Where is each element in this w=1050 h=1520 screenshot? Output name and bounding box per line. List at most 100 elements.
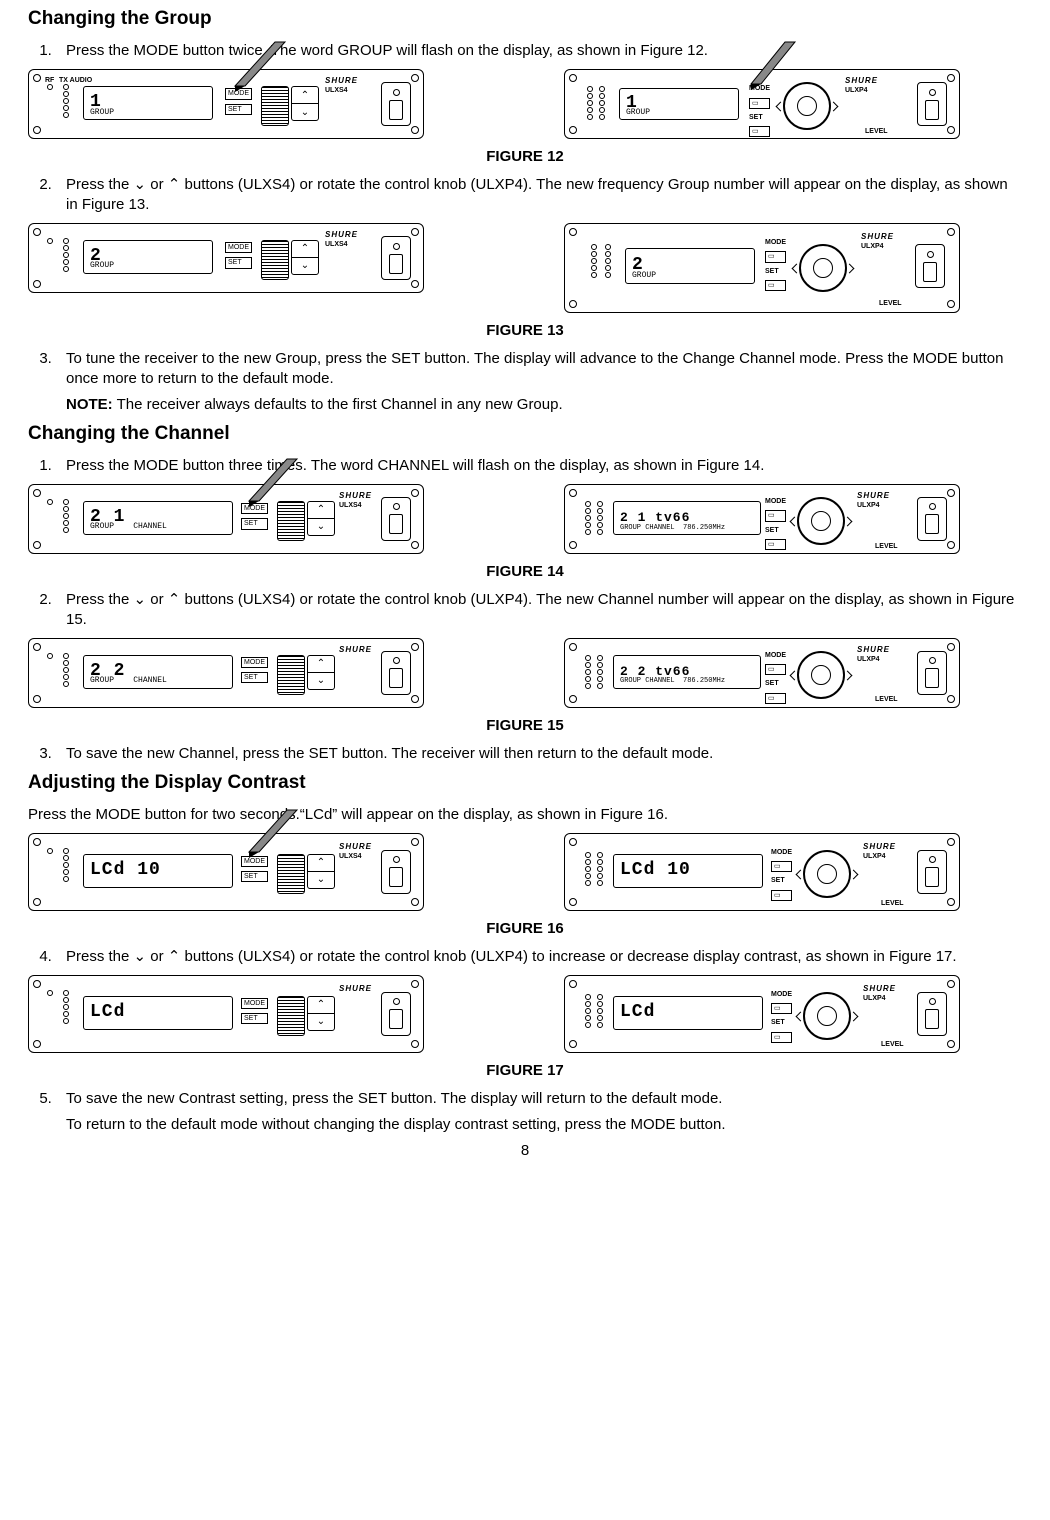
- control-knob[interactable]: [797, 651, 845, 699]
- set-button[interactable]: SET: [225, 257, 252, 268]
- group-step-3: To tune the receiver to the new Group, p…: [56, 349, 1022, 415]
- up-down-buttons[interactable]: ⌃⌄: [307, 655, 335, 690]
- control-knob[interactable]: [803, 992, 851, 1040]
- page-number: 8: [28, 1141, 1022, 1161]
- down-button[interactable]: ⌄: [292, 103, 318, 120]
- device-ulxp4-fig14: 2 1 tv66 GROUP CHANNEL 786.250MHz MODE ▭…: [564, 484, 960, 554]
- group-step-2: Press the ⌄ or ⌃ buttons (ULXS4) or rota…: [56, 175, 1022, 215]
- power-switch[interactable]: [917, 992, 947, 1036]
- mode-button[interactable]: ▭: [765, 664, 786, 675]
- set-button[interactable]: SET: [241, 518, 268, 529]
- channel-step-3: To save the new Channel, press the SET b…: [56, 744, 1022, 764]
- model-ulxp4: ULXP4: [845, 86, 868, 95]
- audio-led-column: [63, 84, 69, 118]
- rf-label: RF: [45, 76, 54, 85]
- callout-arrow-icon: [215, 42, 295, 92]
- figure-13-caption: FIGURE 13: [28, 321, 1022, 341]
- figure-17-row: LCd MODESET ⌃⌄ SHURE LCd MODE ▭ SET ▭ SH…: [28, 975, 1022, 1053]
- up-button[interactable]: ⌃: [292, 87, 318, 103]
- callout-arrow-icon: [229, 459, 309, 509]
- control-knob[interactable]: [797, 497, 845, 545]
- lcd-group-label: GROUP: [90, 108, 114, 119]
- device-ulxp4-fig12: 1 GROUP MODE ▭ SET ▭ SHURE ULXP4 LEVEL: [564, 69, 960, 139]
- figure-15-caption: FIGURE 15: [28, 716, 1022, 736]
- heading-changing-group: Changing the Group: [28, 6, 1022, 31]
- mode-button[interactable]: ▭: [771, 1003, 792, 1014]
- power-switch[interactable]: [381, 651, 411, 695]
- group-step-1: Press the MODE button twice. The word GR…: [56, 41, 1022, 61]
- set-button[interactable]: ▭: [765, 693, 786, 704]
- control-knob[interactable]: [799, 244, 847, 292]
- contrast-step-4: Press the ⌄ or ⌃ buttons (ULXS4) or rota…: [56, 947, 1022, 967]
- power-switch[interactable]: [917, 651, 947, 695]
- level-label: LEVEL: [865, 127, 888, 136]
- figure-14-row: 2 1 GROUP CHANNEL MODESET ⌃⌄ SHURE ULXS4…: [28, 484, 1022, 554]
- mode-button[interactable]: ▭: [765, 510, 786, 521]
- mode-button[interactable]: ▭: [765, 251, 786, 262]
- device-ulxs4-fig16: LCd 10 MODESET ⌃⌄ SHURE ULXS4: [28, 833, 424, 911]
- control-knob[interactable]: [803, 850, 851, 898]
- up-down-buttons[interactable]: ⌃⌄: [307, 501, 335, 536]
- up-down-buttons[interactable]: ⌃⌄: [291, 240, 319, 275]
- group-step-3-note: NOTE: The receiver always defaults to th…: [66, 395, 1022, 415]
- device-ulxp4-fig15: 2 2 tv66 GROUP CHANNEL 786.250MHz MODE ▭…: [564, 638, 960, 708]
- mode-button[interactable]: ▭: [771, 861, 792, 872]
- up-down-buttons[interactable]: ⌃ ⌄: [291, 86, 319, 121]
- callout-arrow-icon: [725, 42, 805, 92]
- figure-16-row: LCd 10 MODESET ⌃⌄ SHURE ULXS4 LCd 10 MOD…: [28, 833, 1022, 911]
- mode-button[interactable]: MODE: [241, 657, 268, 668]
- vent-slot: [261, 86, 289, 126]
- power-switch[interactable]: [381, 992, 411, 1036]
- lcd-display: 2 2 GROUP CHANNEL: [83, 655, 233, 689]
- set-button[interactable]: ▭: [749, 126, 770, 137]
- power-switch[interactable]: [381, 236, 411, 280]
- power-switch[interactable]: [915, 244, 945, 288]
- power-switch[interactable]: [917, 82, 947, 126]
- heading-changing-channel: Changing the Channel: [28, 421, 1022, 446]
- lcd-display: 1 GROUP: [619, 88, 739, 120]
- up-down-buttons[interactable]: ⌃⌄: [307, 996, 335, 1031]
- mode-button[interactable]: MODE: [241, 998, 268, 1009]
- set-button[interactable]: ▭: [765, 539, 786, 550]
- device-ulxs4-fig14: 2 1 GROUP CHANNEL MODESET ⌃⌄ SHURE ULXS4: [28, 484, 424, 554]
- power-switch[interactable]: [381, 82, 411, 126]
- power-switch[interactable]: [917, 850, 947, 894]
- power-switch[interactable]: [917, 497, 947, 541]
- set-button[interactable]: SET: [241, 672, 268, 683]
- lcd-group-label: GROUP: [626, 108, 650, 119]
- set-button[interactable]: SET: [225, 104, 252, 115]
- set-button[interactable]: SET: [241, 871, 268, 882]
- contrast-step-5: To save the new Contrast setting, press …: [56, 1089, 1022, 1135]
- set-button[interactable]: ▭: [765, 280, 786, 291]
- device-ulxp4-fig13: 2 GROUP MODE ▭ SET ▭ SHURE ULXP4 LEVEL: [564, 223, 960, 313]
- set-button[interactable]: ▭: [771, 890, 792, 901]
- power-switch[interactable]: [381, 850, 411, 894]
- lcd-display: 2 GROUP: [83, 240, 213, 274]
- lcd-display: LCd 10: [83, 854, 233, 888]
- up-down-buttons[interactable]: ⌃⌄: [307, 854, 335, 889]
- device-ulxs4-fig12: RF TX AUDIO 1 GROUP MODE SET ⌃ ⌄ SHURE U…: [28, 69, 424, 139]
- set-button[interactable]: SET: [241, 1013, 268, 1024]
- figure-13-row: 2 GROUP MODESET ⌃⌄ SHURE ULXS4 2 GROUP M…: [28, 223, 1022, 313]
- lcd-display: 2 1 GROUP CHANNEL: [83, 501, 233, 535]
- set-button[interactable]: ▭: [771, 1032, 792, 1043]
- mode-button[interactable]: MODE: [225, 242, 252, 253]
- mode-button[interactable]: ▭: [749, 98, 770, 109]
- figure-16-caption: FIGURE 16: [28, 919, 1022, 939]
- lcd-display: 2 1 tv66 GROUP CHANNEL 786.250MHz: [613, 501, 761, 535]
- device-ulxp4-fig16: LCd 10 MODE ▭ SET ▭ SHURE ULXP4 LEVEL: [564, 833, 960, 911]
- lcd-display: LCd: [83, 996, 233, 1030]
- lcd-display: LCd 10: [613, 854, 763, 888]
- tx-audio-label: TX AUDIO: [59, 76, 92, 85]
- power-switch[interactable]: [381, 497, 411, 541]
- model-ulxs4: ULXS4: [325, 86, 348, 95]
- lcd-display: LCd: [613, 996, 763, 1030]
- channel-step-1: Press the MODE button three times. The w…: [56, 456, 1022, 476]
- device-ulxs4-fig13: 2 GROUP MODESET ⌃⌄ SHURE ULXS4: [28, 223, 424, 293]
- set-label: SET: [749, 113, 770, 122]
- device-ulxp4-fig17: LCd MODE ▭ SET ▭ SHURE ULXP4 LEVEL: [564, 975, 960, 1053]
- figure-17-caption: FIGURE 17: [28, 1061, 1022, 1081]
- figure-14-caption: FIGURE 14: [28, 562, 1022, 582]
- callout-arrow-icon: [229, 810, 309, 860]
- heading-display-contrast: Adjusting the Display Contrast: [28, 770, 1022, 795]
